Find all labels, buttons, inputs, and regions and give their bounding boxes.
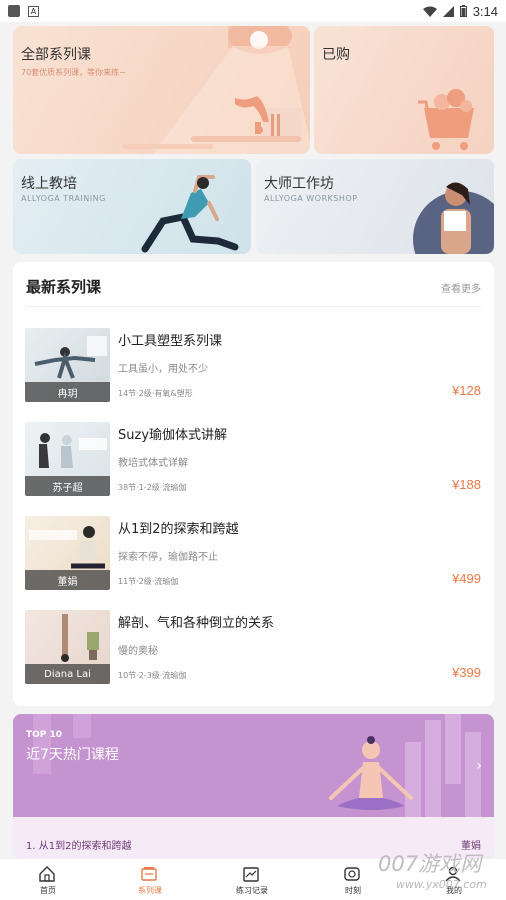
course-meta: 14节·2级·有氧&塑形	[118, 389, 193, 398]
chevron-right-icon[interactable]: ›	[476, 758, 482, 774]
tab-practice-log[interactable]: 练习记录	[212, 859, 292, 900]
battery-icon	[459, 5, 467, 17]
tab-label: 练习记录	[236, 886, 268, 895]
course-title: 小工具塑型系列课	[118, 334, 223, 349]
course-title: Suzy瑜伽体式讲解	[118, 428, 228, 443]
series-icon	[141, 867, 157, 881]
online-training-title: 线上教培	[21, 176, 77, 192]
purchased-banner[interactable]: 已购	[314, 26, 494, 154]
chart-icon	[243, 867, 259, 882]
course-description: 探索不停，瑜伽路不止	[118, 552, 218, 563]
teacher-name: Diana Lai	[25, 664, 110, 684]
status-bar: A 3:14	[0, 0, 506, 22]
watermark-url: www.yx007.com	[396, 878, 487, 891]
master-workshop-title: 大师工作坊	[264, 176, 334, 192]
wifi-icon	[422, 6, 437, 17]
master-workshop-subtitle: ALLYOGA WORKSHOP	[264, 194, 358, 203]
teacher-name: 苏子超	[25, 476, 110, 496]
course-price: ¥128	[452, 383, 481, 398]
course-meta: 11节·2级·流瑜伽	[118, 577, 179, 586]
purchased-title: 已购	[322, 47, 350, 63]
section-title: 最新系列课	[26, 278, 102, 296]
home-icon	[39, 866, 55, 882]
teacher-name: 冉玥	[25, 382, 110, 402]
divider	[26, 306, 481, 307]
course-price: ¥399	[452, 665, 481, 680]
top10-item-title: 1. 从1到2的探索和跨越	[26, 841, 132, 852]
course-thumbnail: Diana Lai	[25, 610, 110, 684]
top10-tag: TOP 10	[26, 730, 63, 740]
app-notification-icon: A	[28, 5, 39, 17]
top10-title: 近7天热门课程	[26, 747, 119, 763]
course-title: 解剖、气和各种倒立的关系	[118, 616, 275, 631]
online-training-banner[interactable]: 线上教培 ALLYOGA TRAINING	[13, 159, 251, 254]
course-description: 教培式体式详解	[118, 458, 188, 469]
course-price: ¥188	[452, 477, 481, 492]
course-meta: 10节·2-3级·流瑜伽	[118, 671, 187, 680]
tab-label: 系列课	[138, 886, 162, 895]
course-item[interactable]: 董娟 从1到2的探索和跨越 探索不停，瑜伽路不止 11节·2级·流瑜伽 ¥499	[25, 516, 481, 592]
tab-series[interactable]: 系列课	[110, 859, 190, 900]
moments-icon	[344, 867, 360, 881]
course-item[interactable]: 冉玥 小工具塑型系列课 工具虽小，用处不少 14节·2级·有氧&塑形 ¥128	[25, 328, 481, 404]
course-thumbnail: 苏子超	[25, 422, 110, 496]
tab-label: 首页	[40, 886, 56, 895]
signal-icon	[442, 5, 454, 17]
watermark-text: 007游戏网	[378, 852, 482, 876]
course-description: 慢的奥秘	[118, 646, 158, 657]
all-courses-banner[interactable]: 全部系列课 70套优质系列课，等你来练~	[13, 26, 310, 154]
course-item[interactable]: 苏子超 Suzy瑜伽体式讲解 教培式体式详解 38节·1-2级·流瑜伽 ¥188	[25, 422, 481, 498]
teacher-name: 董娟	[25, 570, 110, 590]
course-price: ¥499	[452, 571, 481, 586]
top10-card[interactable]: TOP 10 近7天热门课程 › 1. 从1到2的探索和跨越 董娟	[13, 714, 494, 858]
course-thumbnail: 冉玥	[25, 328, 110, 402]
all-courses-title: 全部系列课	[21, 47, 91, 63]
course-title: 从1到2的探索和跨越	[118, 522, 239, 537]
see-more-link[interactable]: 查看更多	[441, 280, 481, 295]
watermark: 007游戏网 www.yx007.com	[378, 848, 506, 900]
online-training-subtitle: ALLYOGA TRAINING	[21, 194, 106, 203]
notification-icon	[8, 5, 20, 17]
latest-series-section: 最新系列课 查看更多 冉玥 小工具塑型系列课 工具虽小，用处不少 14节·2级·…	[13, 262, 494, 706]
course-thumbnail: 董娟	[25, 516, 110, 590]
meditation-illustration	[33, 714, 481, 817]
clock: 3:14	[472, 3, 498, 19]
tab-home[interactable]: 首页	[8, 859, 88, 900]
all-courses-subtitle: 70套优质系列课，等你来练~	[21, 68, 126, 77]
course-item[interactable]: Diana Lai 解剖、气和各种倒立的关系 慢的奥秘 10节·2-3级·流瑜伽…	[25, 610, 481, 686]
master-workshop-banner[interactable]: 大师工作坊 ALLYOGA WORKSHOP	[256, 159, 494, 254]
course-meta: 38节·1-2级·流瑜伽	[118, 483, 187, 492]
course-description: 工具虽小，用处不少	[118, 364, 208, 375]
